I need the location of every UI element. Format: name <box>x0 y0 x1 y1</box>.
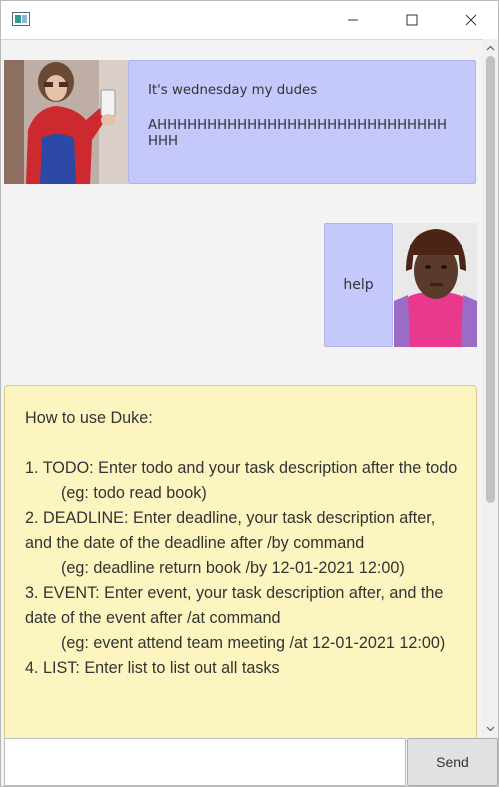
duke-help-bubble: How to use Duke: 1. TODO: Enter todo and… <box>4 385 477 738</box>
title-bar <box>1 1 498 39</box>
message-input[interactable] <box>4 738 406 786</box>
close-icon <box>465 14 477 26</box>
duke-avatar <box>4 60 128 184</box>
duke-greeting-bubble: It's wednesday my dudes AHHHHHHHHHHHHHHH… <box>128 60 476 184</box>
user-avatar <box>394 223 477 347</box>
close-button[interactable] <box>448 1 494 39</box>
scroll-up-button[interactable] <box>482 41 498 55</box>
maximize-icon <box>406 14 418 26</box>
maximize-button[interactable] <box>389 1 435 39</box>
dialog-scroll-pane[interactable]: It's wednesday my dudes AHHHHHHHHHHHHHHH… <box>1 39 498 738</box>
greeting-line-1: It's wednesday my dudes <box>148 83 318 98</box>
user-help-bubble: help <box>324 223 393 347</box>
vertical-scrollbar[interactable] <box>482 39 498 738</box>
chevron-down-icon <box>486 726 494 732</box>
greeting-line-2: AHHHHHHHHHHHHHHHHHHHHHHHHHHHHHHHH <box>148 118 448 149</box>
input-row: Send <box>1 738 498 786</box>
send-button[interactable]: Send <box>407 738 498 786</box>
minimize-icon <box>348 19 358 21</box>
user-message-text: help <box>343 277 374 293</box>
scroll-down-button[interactable] <box>482 722 498 736</box>
minimize-button[interactable] <box>330 1 376 39</box>
chevron-up-icon <box>486 45 494 51</box>
java-app-icon <box>12 12 30 26</box>
app-window: It's wednesday my dudes AHHHHHHHHHHHHHHH… <box>0 0 499 787</box>
scrollbar-thumb[interactable] <box>486 56 495 503</box>
